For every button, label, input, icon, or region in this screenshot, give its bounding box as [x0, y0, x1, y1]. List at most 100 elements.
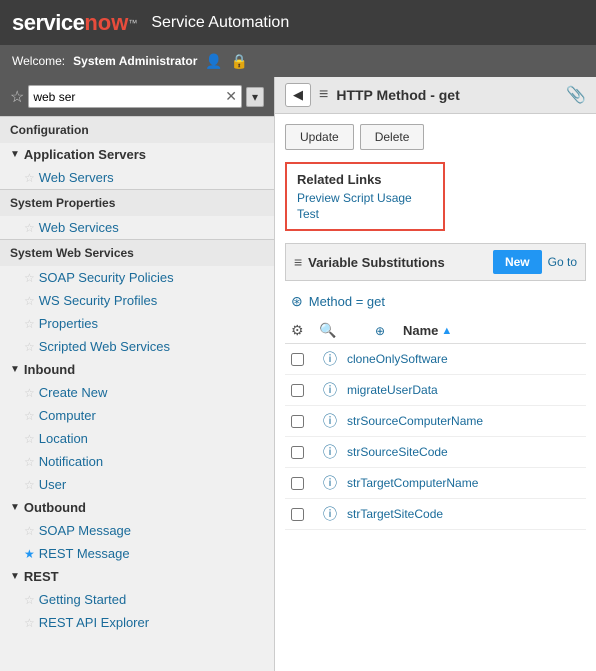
star-icon-rest-api-explorer[interactable]: ☆ — [24, 616, 35, 630]
star-icon-user[interactable]: ☆ — [24, 478, 35, 492]
content-area: Update Delete Related Links Preview Scri… — [275, 114, 596, 671]
lock-icon[interactable]: 🔒 — [231, 53, 248, 70]
sidebar-item-user[interactable]: ☆ User — [0, 473, 274, 496]
filter-icon[interactable]: ⊛ — [291, 293, 303, 310]
sidebar-item-ws-security[interactable]: ☆ WS Security Profiles — [0, 289, 274, 312]
row-info-icon-5[interactable]: ⓘ — [319, 473, 341, 493]
row-info-icon-1[interactable]: ⓘ — [319, 349, 341, 369]
clip-icon[interactable]: 📎 — [566, 85, 586, 105]
table-row: ⓘ migrateUserData — [285, 375, 586, 406]
checkbox-3[interactable] — [291, 415, 304, 428]
table-row: ⓘ strTargetComputerName — [285, 468, 586, 499]
table-row: ⓘ cloneOnlySoftware — [285, 344, 586, 375]
row-info-icon-4[interactable]: ⓘ — [319, 442, 341, 462]
header-name-col[interactable]: Name ▲ — [403, 323, 580, 338]
sidebar-item-notification[interactable]: ☆ Notification — [0, 450, 274, 473]
sidebar-item-location[interactable]: ☆ Location — [0, 427, 274, 450]
row-name-2[interactable]: migrateUserData — [347, 383, 580, 397]
row-checkbox-2[interactable] — [291, 384, 313, 397]
sidebar-section-system-web-services: System Web Services — [0, 239, 274, 266]
row-info-icon-3[interactable]: ⓘ — [319, 411, 341, 431]
star-icon-soap-message[interactable]: ☆ — [24, 524, 35, 538]
sidebar-item-outbound[interactable]: ▼ Outbound — [0, 496, 274, 519]
sidebar: ☆ ✕ ▾ Configuration ▼ Application Server… — [0, 77, 275, 671]
variable-substitutions-title: Variable Substitutions — [308, 255, 487, 270]
table-row: ⓘ strTargetSiteCode — [285, 499, 586, 530]
star-icon-computer[interactable]: ☆ — [24, 409, 35, 423]
row-checkbox-3[interactable] — [291, 415, 313, 428]
star-icon-notification[interactable]: ☆ — [24, 455, 35, 469]
sidebar-item-web-servers[interactable]: ☆ Web Servers — [0, 166, 274, 189]
search-dropdown-icon[interactable]: ▾ — [246, 87, 264, 107]
sidebar-item-inbound[interactable]: ▼ Inbound — [0, 358, 274, 381]
checkbox-5[interactable] — [291, 477, 304, 490]
row-checkbox-5[interactable] — [291, 477, 313, 490]
arrow-icon-outbound: ▼ — [10, 502, 20, 513]
back-button[interactable]: ◀ — [285, 83, 311, 107]
checkbox-1[interactable] — [291, 353, 304, 366]
star-icon-getting-started[interactable]: ☆ — [24, 593, 35, 607]
star-icon-properties[interactable]: ☆ — [24, 317, 35, 331]
star-icon-web-services[interactable]: ☆ — [24, 221, 35, 235]
checkbox-4[interactable] — [291, 446, 304, 459]
sidebar-item-create-new[interactable]: ☆ Create New — [0, 381, 274, 404]
sidebar-label-location: Location — [39, 431, 88, 446]
row-name-4[interactable]: strSourceSiteCode — [347, 445, 580, 459]
checkbox-2[interactable] — [291, 384, 304, 397]
variable-substitutions-bar: ≡ Variable Substitutions New Go to — [285, 243, 586, 281]
sidebar-item-computer[interactable]: ☆ Computer — [0, 404, 274, 427]
circle-plus-icon: ⊕ — [375, 324, 385, 338]
star-icon-web-servers[interactable]: ☆ — [24, 171, 35, 185]
sidebar-item-soap-security[interactable]: ☆ SOAP Security Policies — [0, 266, 274, 289]
search-icon[interactable]: 🔍 — [319, 322, 341, 339]
menu-icon[interactable]: ≡ — [319, 86, 328, 104]
sidebar-item-rest-message[interactable]: ★ REST Message — [0, 542, 274, 565]
favorite-star-icon[interactable]: ☆ — [10, 87, 24, 107]
checkbox-6[interactable] — [291, 508, 304, 521]
related-link-preview-script[interactable]: Preview Script Usage — [297, 191, 433, 205]
star-icon-rest-message[interactable]: ★ — [24, 547, 35, 561]
sidebar-item-soap-message[interactable]: ☆ SOAP Message — [0, 519, 274, 542]
sidebar-item-properties[interactable]: ☆ Properties — [0, 312, 274, 335]
new-button[interactable]: New — [493, 250, 542, 274]
sidebar-item-web-services[interactable]: ☆ Web Services — [0, 216, 274, 239]
star-icon-ws-security[interactable]: ☆ — [24, 294, 35, 308]
star-icon-soap-security[interactable]: ☆ — [24, 271, 35, 285]
sidebar-item-scripted-web-services[interactable]: ☆ Scripted Web Services — [0, 335, 274, 358]
row-checkbox-4[interactable] — [291, 446, 313, 459]
delete-button[interactable]: Delete — [360, 124, 425, 150]
sidebar-label-rest-api-explorer: REST API Explorer — [39, 615, 149, 630]
related-link-test[interactable]: Test — [297, 207, 433, 221]
row-checkbox-1[interactable] — [291, 353, 313, 366]
clear-search-icon[interactable]: ✕ — [225, 88, 237, 105]
logo-service: service — [12, 10, 84, 36]
sidebar-label-user: User — [39, 477, 66, 492]
star-icon-create-new[interactable]: ☆ — [24, 386, 35, 400]
star-icon-scripted-ws[interactable]: ☆ — [24, 340, 35, 354]
sidebar-item-application-servers[interactable]: ▼ Application Servers — [0, 143, 274, 166]
sidebar-label-web-services: Web Services — [39, 220, 119, 235]
var-sub-menu-icon[interactable]: ≡ — [294, 254, 302, 270]
sidebar-item-rest-api-explorer[interactable]: ☆ REST API Explorer — [0, 611, 274, 634]
search-input[interactable] — [33, 90, 225, 104]
sidebar-item-getting-started[interactable]: ☆ Getting Started — [0, 588, 274, 611]
sidebar-label-properties: Properties — [39, 316, 98, 331]
row-name-6[interactable]: strTargetSiteCode — [347, 507, 580, 521]
row-name-1[interactable]: cloneOnlySoftware — [347, 352, 580, 366]
row-info-icon-6[interactable]: ⓘ — [319, 504, 341, 524]
gear-icon[interactable]: ⚙ — [291, 322, 313, 339]
user-icon[interactable]: 👤 — [205, 53, 222, 70]
row-name-3[interactable]: strSourceComputerName — [347, 414, 580, 428]
update-button[interactable]: Update — [285, 124, 354, 150]
row-info-icon-2[interactable]: ⓘ — [319, 380, 341, 400]
table-header: ⚙ 🔍 ⊕ Name ▲ — [285, 318, 586, 344]
filter-row: ⊛ Method = get — [285, 289, 586, 314]
sidebar-item-rest[interactable]: ▼ REST — [0, 565, 274, 588]
star-icon-location[interactable]: ☆ — [24, 432, 35, 446]
row-name-5[interactable]: strTargetComputerName — [347, 476, 580, 490]
arrow-icon-inbound: ▼ — [10, 364, 20, 375]
row-checkbox-6[interactable] — [291, 508, 313, 521]
goto-button[interactable]: Go to — [548, 255, 577, 269]
sidebar-label-soap-message: SOAP Message — [39, 523, 131, 538]
related-links-box: Related Links Preview Script Usage Test — [285, 162, 445, 231]
